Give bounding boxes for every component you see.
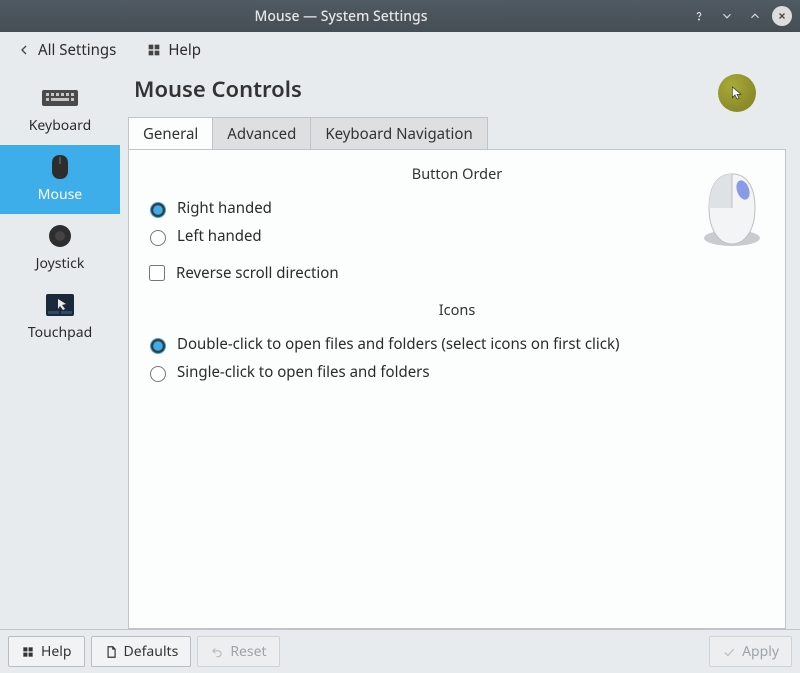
minimize-button[interactable] (716, 5, 738, 27)
radio-label: Single-click to open files and folders (177, 362, 430, 382)
general-panel: Button Order Right handed Left handed Re… (128, 149, 786, 629)
all-settings-button[interactable]: All Settings (10, 36, 122, 64)
keyboard-icon (4, 84, 116, 112)
cursor-icon (729, 85, 745, 101)
button-label: Help (41, 642, 72, 661)
radio-double-click-input[interactable] (150, 338, 166, 354)
apply-button: Apply (709, 636, 792, 667)
sidebar-item-touchpad[interactable]: Touchpad (0, 283, 120, 352)
radio-label: Double-click to open files and folders (… (177, 334, 620, 354)
radio-left-handed[interactable]: Left handed (145, 222, 769, 250)
sidebar-item-label: Keyboard (4, 116, 116, 135)
checkbox-reverse-scroll-input[interactable] (149, 265, 165, 281)
radio-double-click[interactable]: Double-click to open files and folders (… (145, 330, 769, 358)
document-icon (104, 645, 118, 659)
close-button[interactable] (772, 6, 792, 26)
cursor-indicator (718, 74, 756, 112)
toolbar-help-button[interactable]: Help (140, 36, 207, 64)
check-icon (722, 645, 736, 659)
page-title: Mouse Controls (134, 74, 786, 104)
joystick-icon (4, 222, 116, 250)
window-title: Mouse — System Settings (0, 7, 682, 26)
titlebar: Mouse — System Settings (0, 0, 800, 32)
checkbox-label: Reverse scroll direction (176, 263, 339, 283)
sidebar-item-label: Mouse (4, 185, 116, 204)
tab-keyboard-navigation[interactable]: Keyboard Navigation (311, 117, 487, 150)
radio-right-handed-input[interactable] (150, 202, 166, 218)
sidebar-item-label: Joystick (4, 254, 116, 273)
reset-button: Reset (197, 636, 279, 667)
radio-label: Left handed (177, 226, 262, 246)
undo-icon (210, 645, 224, 659)
radio-single-click[interactable]: Single-click to open files and folders (145, 358, 769, 386)
button-label: Reset (230, 642, 266, 661)
radio-left-handed-input[interactable] (150, 230, 166, 246)
help-titlebar-icon[interactable] (688, 5, 710, 27)
checkbox-reverse-scroll[interactable]: Reverse scroll direction (145, 258, 769, 288)
maximize-button[interactable] (744, 5, 766, 27)
tab-general[interactable]: General (128, 117, 213, 150)
all-settings-label: All Settings (38, 40, 116, 60)
defaults-button[interactable]: Defaults (91, 636, 192, 667)
group-title-button-order: Button Order (145, 164, 769, 184)
tab-advanced[interactable]: Advanced (213, 117, 311, 150)
sidebar-item-mouse[interactable]: Mouse (0, 145, 120, 214)
radio-single-click-input[interactable] (150, 366, 166, 382)
tabs: General Advanced Keyboard Navigation (128, 116, 786, 149)
group-title-icons: Icons (145, 300, 769, 320)
sidebar-item-keyboard[interactable]: Keyboard (0, 76, 120, 145)
sidebar: Keyboard Mouse Joystick Touchpad (0, 68, 120, 629)
breadcrumb-toolbar: All Settings Help (0, 32, 800, 68)
button-label: Defaults (124, 642, 179, 661)
mouse-illustration (695, 168, 769, 257)
button-label: Apply (742, 642, 779, 661)
mouse-icon (4, 153, 116, 181)
sidebar-item-joystick[interactable]: Joystick (0, 214, 120, 283)
sidebar-item-label: Touchpad (4, 323, 116, 342)
toolbar-help-label: Help (168, 40, 201, 60)
button-bar: Help Defaults Reset Apply (0, 629, 800, 673)
help-button[interactable]: Help (8, 636, 85, 667)
radio-right-handed[interactable]: Right handed (145, 194, 769, 222)
radio-label: Right handed (177, 198, 272, 218)
chevron-left-icon (16, 42, 32, 58)
configure-icon (21, 645, 35, 659)
touchpad-icon (4, 291, 116, 319)
configure-icon (146, 42, 162, 58)
